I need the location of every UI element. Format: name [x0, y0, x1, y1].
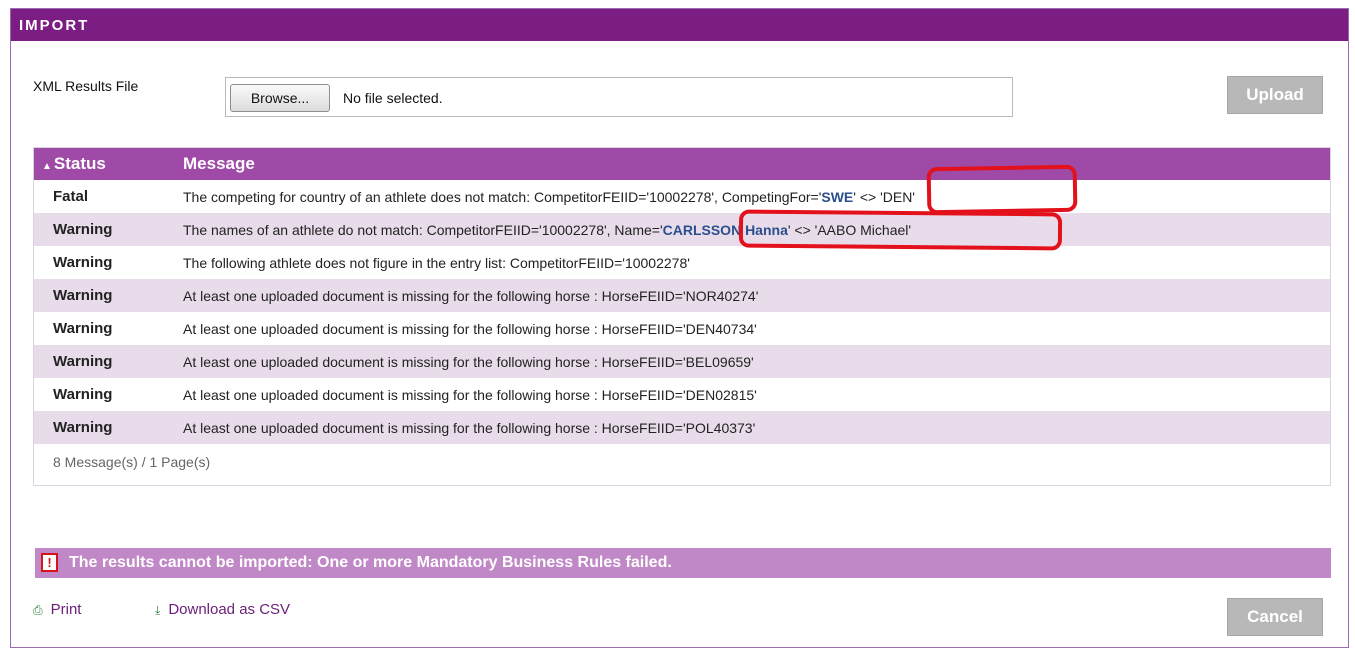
dialog-title: IMPORT	[11, 9, 1348, 41]
grid-pager-summary: 8 Message(s) / 1 Page(s)	[53, 454, 211, 470]
row-status: Warning	[53, 221, 113, 238]
table-row: Warning At least one uploaded document i…	[34, 411, 1330, 444]
error-message-bar: ! The results cannot be imported: One or…	[35, 548, 1331, 578]
row-message: The competing for country of an athlete …	[183, 189, 915, 205]
message-text: The names of an athlete do not match: Co…	[183, 222, 663, 238]
row-status: Fatal	[53, 188, 89, 205]
annotation-circle-country	[926, 164, 1078, 215]
message-text: The competing for country of an athlete …	[183, 189, 822, 205]
table-row: Warning The following athlete does not f…	[34, 246, 1330, 279]
status-column-header[interactable]: ▲ Status	[42, 154, 106, 174]
cancel-button[interactable]: Cancel	[1227, 598, 1323, 636]
row-status: Warning	[53, 287, 113, 304]
table-row: Warning At least one uploaded document i…	[34, 345, 1330, 378]
download-csv-label: Download as CSV	[168, 601, 291, 618]
print-label: Print	[50, 601, 82, 618]
message-column-header[interactable]: Message	[183, 154, 255, 174]
error-message-text: The results cannot be imported: One or m…	[69, 554, 672, 571]
error-icon: !	[41, 553, 58, 572]
row-status: Warning	[53, 419, 113, 436]
row-status: Warning	[53, 320, 113, 337]
xml-file-label: XML Results File	[33, 78, 139, 94]
annotation-circle-name	[738, 209, 1063, 251]
grid-header: ▲ Status Message	[34, 148, 1330, 180]
table-row: Warning The names of an athlete do not m…	[34, 213, 1330, 246]
download-icon: ⤓	[155, 603, 161, 617]
table-row: Warning At least one uploaded document i…	[34, 312, 1330, 345]
row-message: At least one uploaded document is missin…	[183, 420, 756, 436]
sort-ascending-icon: ▲	[42, 161, 52, 172]
download-csv-link[interactable]: ⤓ Download as CSV	[155, 601, 290, 618]
status-header-label: Status	[53, 154, 106, 173]
table-row: Fatal The competing for country of an at…	[34, 180, 1330, 213]
table-row: Warning At least one uploaded document i…	[34, 378, 1330, 411]
row-message: At least one uploaded document is missin…	[183, 321, 757, 337]
message-text: ' <> 'DEN'	[853, 189, 915, 205]
browse-button[interactable]: Browse...	[230, 84, 330, 112]
row-message: At least one uploaded document is missin…	[183, 387, 757, 403]
row-message: The following athlete does not figure in…	[183, 255, 690, 271]
messages-grid: ▲ Status Message Fatal The competing for …	[33, 147, 1331, 486]
file-input[interactable]: Browse... No file selected.	[225, 77, 1013, 117]
row-status: Warning	[53, 254, 113, 271]
upload-button[interactable]: Upload	[1227, 76, 1323, 114]
table-row: Warning At least one uploaded document i…	[34, 279, 1330, 312]
printer-icon: ⎙	[33, 603, 43, 617]
row-status: Warning	[53, 353, 113, 370]
file-status-text: No file selected.	[343, 90, 443, 106]
row-message: At least one uploaded document is missin…	[183, 354, 754, 370]
message-highlight: SWE	[821, 189, 854, 205]
row-message: At least one uploaded document is missin…	[183, 288, 759, 304]
print-link[interactable]: ⎙ Print	[33, 601, 81, 618]
import-dialog: IMPORT XML Results File Browse... No fil…	[10, 8, 1349, 648]
row-status: Warning	[53, 386, 113, 403]
